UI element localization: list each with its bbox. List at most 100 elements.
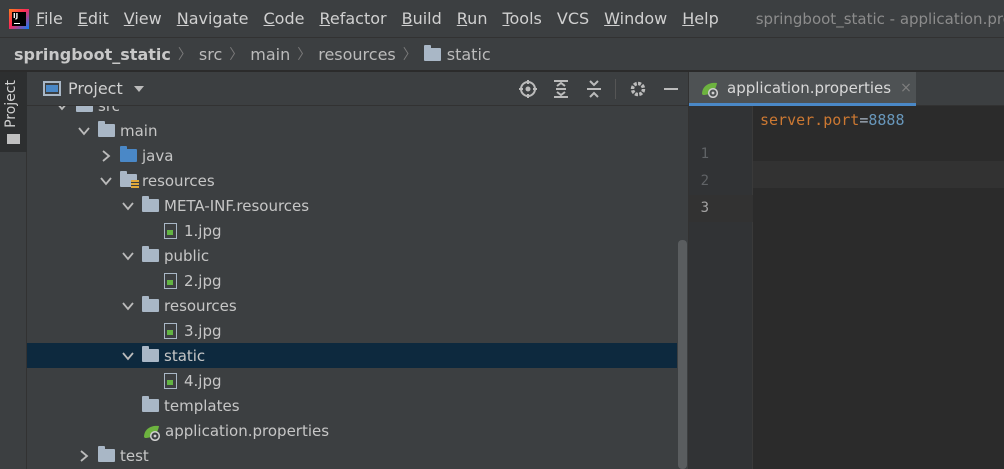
chevron-down-icon[interactable] — [76, 123, 92, 139]
tree-node[interactable]: resources — [27, 168, 677, 193]
tree-node[interactable]: public — [27, 243, 677, 268]
image-file-icon — [164, 322, 177, 339]
project-panel-header: Project — [27, 72, 688, 106]
locate-file-icon[interactable] — [517, 78, 539, 100]
project-view-icon — [43, 81, 61, 96]
minimize-icon[interactable] — [660, 78, 682, 100]
project-tool-tab-label: Project — [3, 80, 19, 128]
breadcrumb-project[interactable]: springboot_static — [14, 45, 171, 64]
resources-folder-icon — [120, 171, 139, 188]
menu-items: File Edit View Navigate Code Refactor Build Run… — [36, 9, 734, 28]
left-tool-strip: Project — [0, 72, 27, 469]
spring-properties-icon — [700, 80, 719, 98]
breadcrumb-main[interactable]: main — [250, 45, 290, 64]
expand-all-icon[interactable] — [550, 78, 572, 100]
gear-icon[interactable] — [627, 78, 649, 100]
tree-node-label: templates — [164, 396, 240, 415]
breadcrumb-separator: 〉 — [177, 47, 192, 63]
image-file-icon — [164, 372, 177, 389]
line-number: 2 — [700, 173, 709, 189]
breadcrumb-separator: 〉 — [297, 47, 312, 63]
tab-label: application.properties — [727, 78, 892, 97]
breadcrumb-static[interactable]: static — [447, 45, 491, 64]
tree-node[interactable]: 4.jpg — [27, 368, 677, 393]
breadcrumb: springboot_static 〉 src 〉 main 〉 resourc… — [0, 37, 1004, 71]
breadcrumb-separator: 〉 — [402, 47, 417, 63]
tree-node-label: 4.jpg — [184, 371, 222, 390]
menu-item-vcs[interactable]: VCS — [557, 9, 589, 28]
scrollbar-thumb[interactable] — [678, 240, 687, 469]
close-icon[interactable]: × — [900, 80, 912, 96]
folder-icon — [142, 246, 159, 262]
tree-node-label: application.properties — [165, 421, 330, 440]
chevron-down-icon[interactable] — [120, 298, 136, 314]
breadcrumb-src[interactable]: src — [199, 45, 222, 64]
tree-node-label: 3.jpg — [184, 321, 222, 340]
tree-node-label: main — [120, 121, 158, 140]
tree-node-label: src — [98, 106, 120, 115]
folder-icon — [76, 106, 93, 112]
chevron-down-icon[interactable] — [120, 348, 136, 364]
folder-icon — [142, 196, 159, 212]
breadcrumb-resources[interactable]: resources — [318, 45, 396, 64]
tree-node[interactable]: static — [27, 343, 677, 368]
project-panel-title[interactable]: Project — [68, 79, 123, 98]
chevron-down-icon[interactable] — [54, 106, 70, 114]
menu-item-navigate[interactable]: Navigate — [177, 9, 249, 28]
tree-node-label: META-INF.resources — [164, 196, 310, 215]
source-folder-icon — [120, 146, 137, 162]
tree-node-label: 1.jpg — [184, 221, 222, 240]
current-line-highlight — [753, 161, 1004, 188]
tree-node[interactable]: 2.jpg — [27, 268, 677, 293]
menu-item-edit[interactable]: Edit — [78, 9, 109, 28]
menu-item-code[interactable]: Code — [264, 9, 305, 28]
tree-node[interactable]: resources — [27, 293, 677, 318]
collapse-all-icon[interactable] — [583, 78, 605, 100]
menu-item-file[interactable]: File — [36, 9, 63, 28]
chevron-down-icon[interactable] — [98, 173, 114, 189]
chevron-right-icon[interactable] — [98, 148, 114, 164]
tree-node[interactable]: templates — [27, 393, 677, 418]
chevron-down-icon[interactable] — [133, 85, 144, 92]
chevron-down-icon[interactable] — [120, 248, 136, 264]
tree-node[interactable]: 3.jpg — [27, 318, 677, 343]
property-value: 8888 — [868, 111, 905, 129]
window-title: springboot_static - application.prope — [755, 9, 1004, 28]
menu-item-window[interactable]: Window — [604, 9, 667, 28]
image-file-icon — [164, 272, 177, 289]
menu-item-build[interactable]: Build — [402, 9, 442, 28]
editor: application.properties × 1 2 3 server.po… — [689, 72, 1004, 469]
tree-node[interactable]: META-INF.resources — [27, 193, 677, 218]
menu-item-view[interactable]: View — [124, 9, 162, 28]
chevron-down-icon[interactable] — [120, 198, 136, 214]
tree-node-label: test — [120, 446, 149, 465]
tree-node[interactable]: src — [27, 106, 677, 118]
tree-node-label: static — [164, 346, 206, 365]
menu-item-help[interactable]: Help — [682, 9, 718, 28]
tree-node-label: public — [164, 246, 210, 265]
tree-node[interactable]: 1.jpg — [27, 218, 677, 243]
tree-node-label: resources — [164, 296, 237, 315]
tree-node[interactable]: main — [27, 118, 677, 143]
project-tool-tab[interactable]: Project — [0, 72, 27, 152]
menu-item-run[interactable]: Run — [457, 9, 488, 28]
chevron-right-icon[interactable] — [76, 448, 92, 464]
panel-actions — [506, 72, 682, 106]
menu-item-tools[interactable]: Tools — [502, 9, 541, 28]
breadcrumb-separator: 〉 — [229, 47, 244, 63]
tree-node-label: 2.jpg — [184, 271, 222, 290]
tab-application-properties[interactable]: application.properties × — [689, 72, 916, 106]
project-panel: Project srcmain java resources META-INF.res… — [27, 72, 688, 469]
intellij-logo-icon: IJ — [9, 8, 29, 29]
tree-node[interactable]: test — [27, 443, 677, 468]
menu-item-refactor[interactable]: Refactor — [319, 9, 386, 28]
tree-node[interactable]: java — [27, 143, 677, 168]
folder-icon — [7, 134, 20, 144]
code-line[interactable]: server.port=8888 — [760, 111, 905, 129]
tree-node[interactable]: application.properties — [27, 418, 677, 443]
property-key: server.port — [760, 111, 860, 129]
